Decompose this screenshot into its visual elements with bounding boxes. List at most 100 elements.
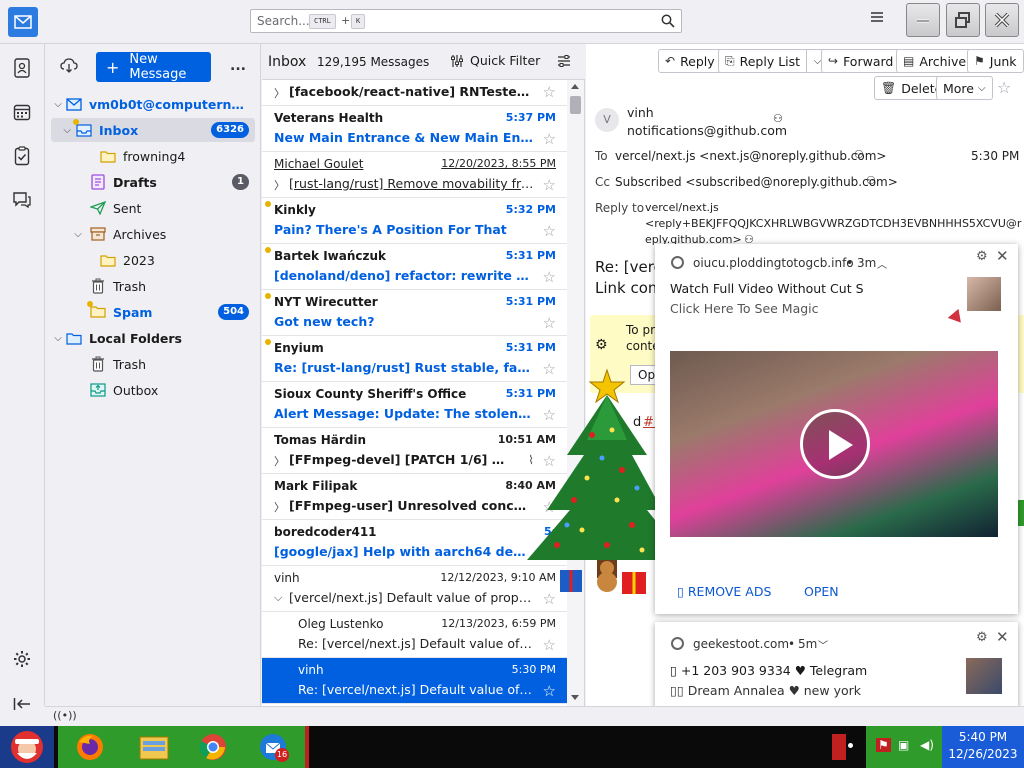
contact-icon[interactable]: ⚇ [773,112,783,125]
mail-space-button[interactable] [8,7,38,37]
folder-outbox[interactable]: Outbox [51,378,255,402]
folder-drafts[interactable]: Drafts 1 [51,170,255,194]
more-button[interactable]: More ⌵ [936,76,993,100]
ad-notification[interactable]: oiucu.ploddingtotogcb.info • 3m ︿ ⚙ ✕ Wa… [655,244,1018,614]
display-options-button[interactable] [557,54,571,71]
cc-value[interactable]: Subscribed <subscribed@noreply.github.co… [615,175,898,189]
star-icon[interactable]: ☆ [543,130,556,148]
star-icon[interactable]: ☆ [543,176,556,194]
collapse-spaces-button[interactable] [10,692,34,716]
minimize-button[interactable] [906,3,940,37]
folder-sent[interactable]: Sent [51,196,255,220]
tasks-button[interactable] [10,144,34,168]
taskbar-thunderbird[interactable]: 16 [241,726,305,768]
star-icon[interactable]: ☆ [997,78,1011,97]
search-input[interactable]: Search... CTRL + K [250,9,682,33]
app-menu-button[interactable] [870,11,884,26]
folder-pane-menu-button[interactable]: ... [230,58,246,74]
ad-open-button[interactable]: OPEN [804,584,839,599]
scroll-up-icon[interactable] [571,84,579,89]
chevron-right-icon[interactable]: 〉 [274,453,285,469]
get-messages-button[interactable] [60,58,78,77]
calendar-button[interactable] [10,100,34,124]
taskbar-explorer[interactable] [122,726,186,768]
close-icon[interactable]: ✕ [996,628,1009,646]
star-icon[interactable]: ☆ [543,222,556,240]
quick-filter-button[interactable]: Quick Filter [450,53,540,68]
unread-count-badge: 16 [275,748,289,762]
address-book-button[interactable] [10,56,34,80]
new-message-label: New Message [129,52,187,82]
volume-icon[interactable]: ◀) [920,738,934,752]
restore-button[interactable] [946,3,980,37]
new-message-button[interactable]: + New Message [96,52,211,82]
scrollbar-thumb[interactable] [570,96,581,114]
star-icon[interactable]: ☆ [543,636,556,654]
table-row[interactable]: Bartek Iwańczuk 5:31 PM [denoland/deno] … [262,244,568,290]
chat-button[interactable] [10,188,34,212]
ad-video-thumbnail[interactable] [670,351,998,537]
ad-notification-2[interactable]: geekestoot.com • 5m ﹀ ⚙ ✕ ▯ +1 203 903 9… [655,622,1018,718]
folder-trash[interactable]: Trash [51,274,255,298]
from-name[interactable]: vinh [627,105,654,120]
play-icon[interactable] [800,409,870,479]
chevron-down-icon[interactable]: ⌵ [51,125,71,136]
chevron-up-icon[interactable]: ︿ [877,256,887,271]
gear-icon[interactable]: ⚙ [976,630,988,645]
taskbar-firefox[interactable] [58,726,122,768]
archive-button[interactable]: ▤ Archive [896,49,974,73]
chevron-right-icon[interactable]: 〉 [274,85,285,101]
folder-frowning4[interactable]: frowning4 [51,144,255,168]
from-email[interactable]: notifications@github.com [627,123,787,138]
table-row-selected[interactable]: vinh 5:30 PM Re: [vercel/next.js] Defaul… [262,658,568,704]
chevron-down-icon[interactable]: ﹀ [818,637,828,652]
gear-icon[interactable]: ⚙ [976,249,988,264]
start-button[interactable] [0,726,54,768]
scroll-down-icon[interactable] [571,695,579,700]
table-row[interactable]: Veterans Health 5:37 PM New Main Entranc… [262,106,568,152]
forward-button[interactable]: ↪ Forward [821,49,901,73]
chevron-down-icon[interactable]: ⌵ [71,229,85,240]
table-row[interactable]: 〉 [facebook/react-native] RNTester iOS:.… [262,80,568,106]
folder-archives[interactable]: ⌵ Archives [51,222,255,246]
star-icon[interactable]: ☆ [543,682,556,700]
folder-spam[interactable]: Spam 504 [51,300,255,324]
activity-icon[interactable]: ((•)) [53,709,77,722]
cloud-download-icon [60,58,78,73]
local-folders-row[interactable]: ⌵ Local Folders [51,326,255,350]
contact-icon[interactable]: ⚇ [854,148,864,161]
clock[interactable]: 5:40 PM 12/26/2023 [942,726,1024,768]
folder-inbox[interactable]: ⌵ Inbox 6326 [51,118,255,142]
taskbar-chrome[interactable] [181,726,245,768]
to-value[interactable]: vercel/next.js <next.js@noreply.github.c… [615,149,887,163]
folder-local-trash[interactable]: Trash [51,352,255,376]
chevron-right-icon[interactable]: 〉 [274,499,285,515]
reply-list-button[interactable]: ⎘ Reply List ⌵ [718,49,830,73]
settings-button[interactable] [10,647,34,671]
chevron-down-icon[interactable]: ⌵ [51,333,65,344]
tray-flag-icon[interactable]: ⚑ [876,738,891,752]
table-row[interactable]: Michael Goulet 12/20/2023, 8:55 PM 〉 [ru… [262,152,568,198]
chevron-down-icon[interactable]: ⌵ [274,591,282,605]
reply-to-line2[interactable]: <reply+BEKJFFQQJKCXHRLWBGVWRZGDTCDH3EVBN… [645,217,1021,230]
junk-button[interactable]: ⚑ Junk [967,49,1024,73]
chevron-down-icon[interactable]: ⌵ [51,99,65,110]
close-icon[interactable]: ✕ [996,247,1009,265]
account-row[interactable]: ⌵ vm0b0t@computernewb... [51,92,255,116]
table-row[interactable]: Kinkly 5:32 PM Pain? There's A Position … [262,198,568,244]
folder-2023[interactable]: 2023 [51,248,255,272]
star-icon[interactable]: ☆ [543,314,556,332]
star-icon[interactable]: ☆ [543,83,556,101]
remove-ads-button[interactable]: ▯ REMOVE ADS [677,584,771,599]
table-row[interactable]: NYT Wirecutter 5:31 PM Got new tech? ☆ [262,290,568,336]
reply-button[interactable]: ↶ Reply [658,49,722,73]
folder-pane: + New Message ... ⌵ vm0b0t@computernewb.… [45,44,261,706]
search-icon[interactable] [661,14,675,31]
table-row[interactable]: Oleg Lustenko 12/13/2023, 6:59 PM Re: [v… [262,612,568,658]
star-icon[interactable]: ☆ [543,268,556,286]
reply-to-line1[interactable]: vercel/next.js [645,201,719,214]
contact-icon[interactable]: ⚇ [866,174,876,187]
close-button[interactable] [985,3,1019,37]
chevron-right-icon[interactable]: 〉 [274,177,285,193]
network-icon[interactable]: ▣ [898,738,909,752]
